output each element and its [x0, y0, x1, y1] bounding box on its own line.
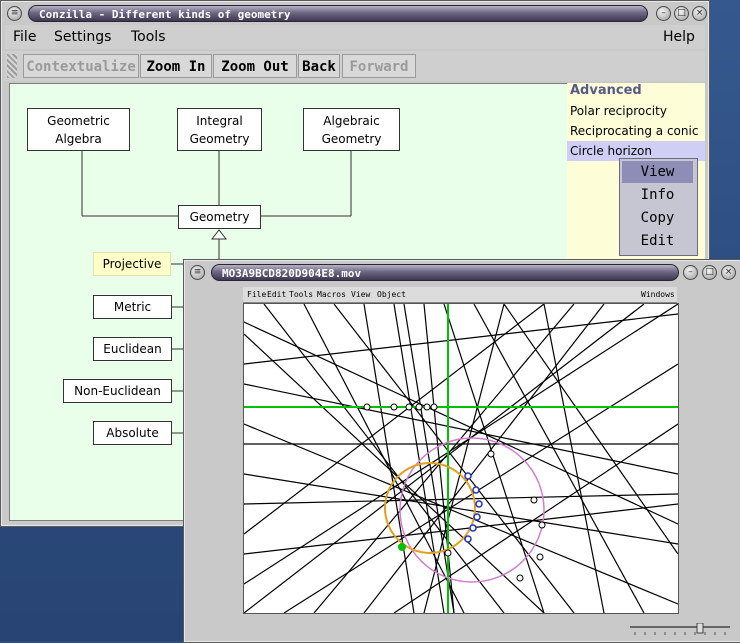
- playback-slider[interactable]: [630, 622, 730, 635]
- movie-menu-edit[interactable]: Edit: [267, 287, 286, 302]
- context-menu: View Info Copy Edit: [619, 158, 698, 256]
- movie-menu-view[interactable]: View: [351, 287, 370, 302]
- window-title: Conzilla - Different kinds of geometry: [28, 5, 648, 22]
- movie-close-icon[interactable]: ×: [721, 265, 736, 280]
- side-item-polar-reciprocity[interactable]: Polar reciprocity: [567, 101, 705, 121]
- main-titlebar[interactable]: ≡ Conzilla - Different kinds of geometry…: [4, 4, 707, 24]
- node-non-euclidean[interactable]: Non-Euclidean: [63, 379, 172, 403]
- node-absolute[interactable]: Absolute: [93, 421, 172, 445]
- geometry-figure: [244, 304, 678, 613]
- movie-window-menu-icon[interactable]: ≡: [190, 265, 205, 280]
- movie-menu-bar: File Edit Tools Macros View Object Windo…: [243, 287, 677, 303]
- node-metric[interactable]: Metric: [93, 295, 172, 319]
- movie-minimize-icon[interactable]: –: [683, 265, 698, 280]
- menu-file[interactable]: File: [13, 29, 36, 45]
- node-geometric-algebra[interactable]: Geometric Algebra: [27, 108, 130, 151]
- context-menu-edit[interactable]: Edit: [622, 230, 693, 252]
- toolbar-grip[interactable]: [7, 54, 17, 78]
- movie-titlebar[interactable]: ≡ MO3A9BCD820D904E8.mov – □ ×: [187, 263, 738, 283]
- movie-maximize-icon[interactable]: □: [702, 265, 717, 280]
- maximize-icon[interactable]: □: [674, 6, 689, 21]
- node-algebraic-geometry[interactable]: Algebraic Geometry: [303, 108, 400, 151]
- context-menu-copy[interactable]: Copy: [622, 207, 693, 229]
- forward-button[interactable]: Forward: [342, 54, 416, 78]
- menu-help[interactable]: Help: [663, 29, 695, 45]
- node-projective[interactable]: Projective: [93, 252, 171, 276]
- node-geometry[interactable]: Geometry: [178, 205, 261, 229]
- node-integral-geometry[interactable]: Integral Geometry: [177, 108, 262, 151]
- menu-tools[interactable]: Tools: [131, 29, 166, 45]
- zoom-in-button[interactable]: Zoom In: [140, 54, 212, 78]
- toolbar: Contextualize Zoom In Zoom Out Back Forw…: [5, 51, 705, 81]
- side-item-reciprocating-conic[interactable]: Reciprocating a conic: [567, 121, 705, 141]
- minimize-icon[interactable]: –: [656, 6, 671, 21]
- contextualize-button[interactable]: Contextualize: [23, 54, 139, 78]
- menu-settings[interactable]: Settings: [54, 29, 111, 45]
- context-menu-view[interactable]: View: [622, 161, 693, 183]
- back-button[interactable]: Back: [298, 54, 340, 78]
- movie-menu-tools[interactable]: Tools: [289, 287, 313, 302]
- node-euclidean[interactable]: Euclidean: [93, 337, 172, 361]
- movie-menu-macros[interactable]: Macros: [317, 287, 346, 302]
- geometry-animation-view[interactable]: [243, 303, 679, 614]
- menu-bar: File Settings Tools Help: [5, 25, 705, 49]
- playback-slider-graphic: [630, 622, 730, 635]
- window-menu-icon[interactable]: ≡: [7, 6, 22, 21]
- context-menu-info[interactable]: Info: [622, 184, 693, 206]
- side-panel-title: Advanced: [570, 83, 642, 98]
- movie-menu-windows[interactable]: Windows: [641, 287, 675, 302]
- movie-menu-object[interactable]: Object: [377, 287, 406, 302]
- close-icon[interactable]: ×: [692, 6, 707, 21]
- movie-window-title: MO3A9BCD820D904E8.mov: [211, 264, 679, 281]
- movie-menu-file[interactable]: File: [247, 287, 266, 302]
- zoom-out-button[interactable]: Zoom Out: [213, 54, 297, 78]
